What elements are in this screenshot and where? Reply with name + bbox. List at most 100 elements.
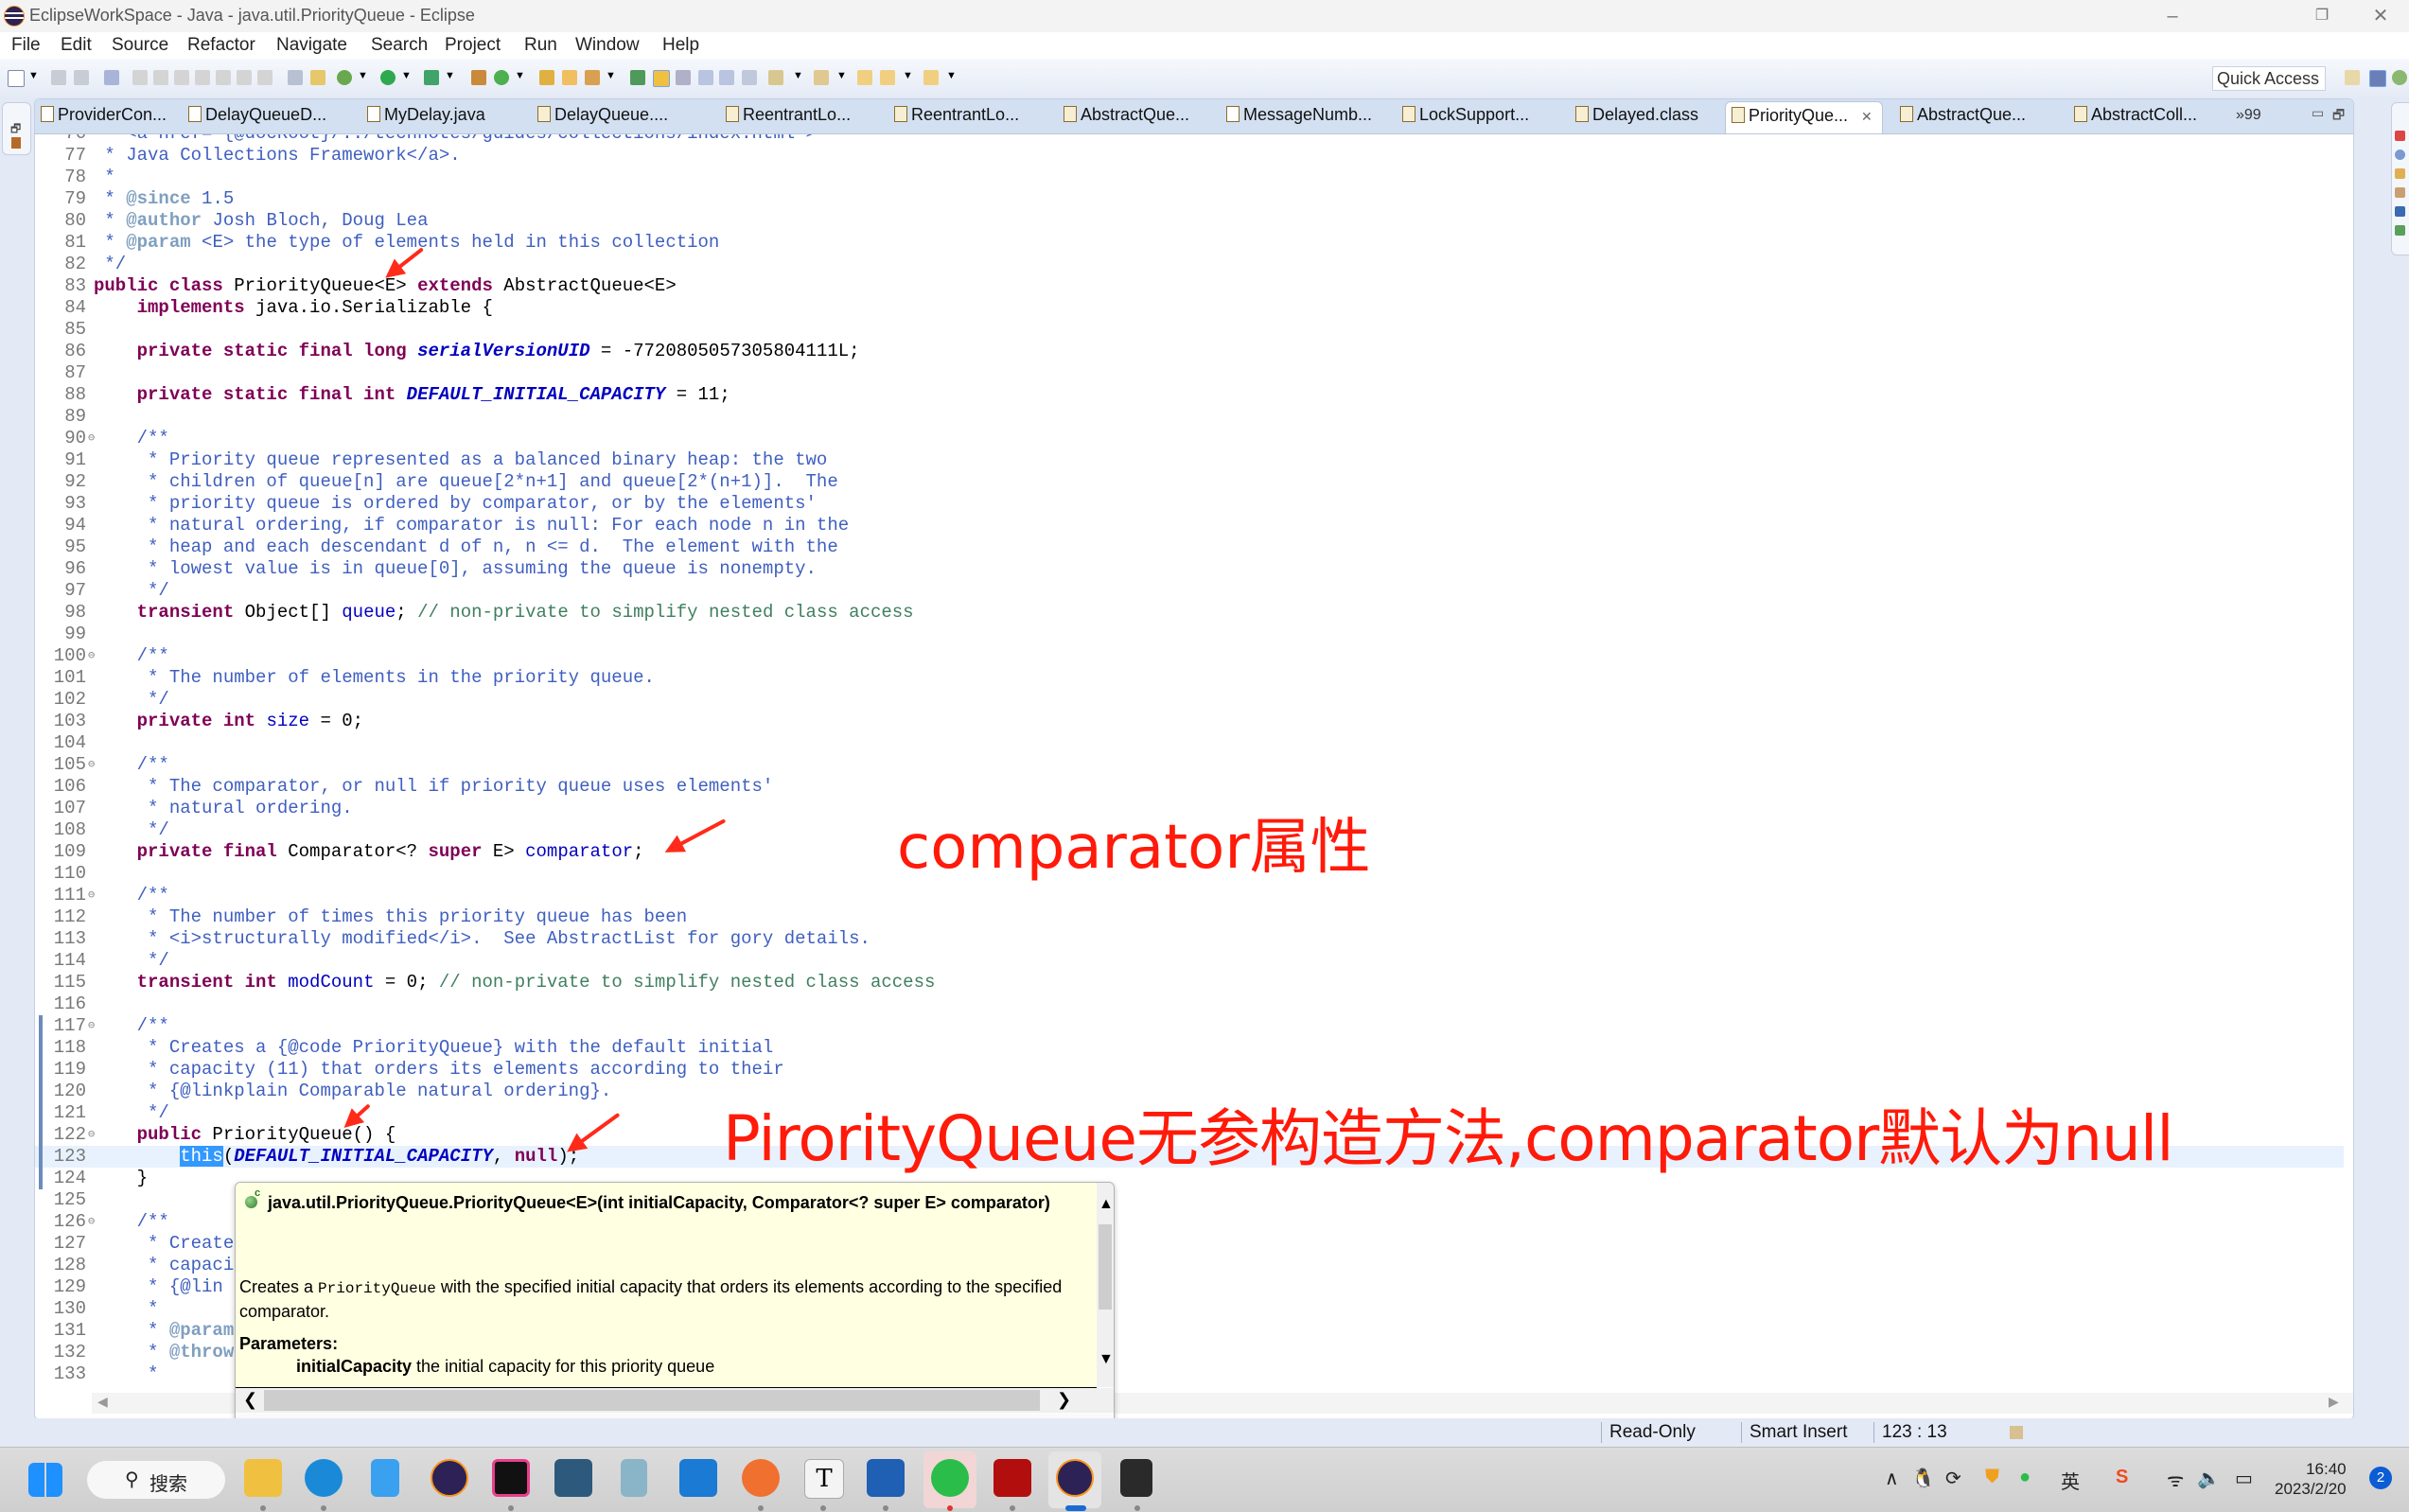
code-line[interactable]: 87 xyxy=(35,362,2344,384)
code-line[interactable]: 79 * @since 1.5 xyxy=(35,188,2344,210)
external-tools-dropdown-icon[interactable]: ▼ xyxy=(445,70,455,81)
vertical-scrollbar[interactable] xyxy=(2353,134,2354,1393)
editor-tab[interactable]: AbstractColl... xyxy=(2074,105,2197,132)
code-line[interactable]: 95 * heap and each descendant d of n, n … xyxy=(35,536,2344,558)
code-line[interactable]: 113 * <i>structurally modified</i>. See … xyxy=(35,928,2344,950)
vscode-icon[interactable] xyxy=(679,1459,717,1497)
next-annotation-icon[interactable] xyxy=(768,70,783,85)
console-view-icon[interactable] xyxy=(2395,206,2405,217)
skip-breakpoints-icon[interactable] xyxy=(104,70,119,85)
step-into-icon[interactable] xyxy=(216,70,231,85)
editor-tab[interactable]: AbstractQue... xyxy=(1064,105,1189,132)
editor-tab[interactable]: MyDelay.java xyxy=(367,105,485,132)
code-line[interactable]: 81 * @param <E> the type of elements hel… xyxy=(35,232,2344,254)
save-icon[interactable] xyxy=(51,70,66,85)
restore-button[interactable]: ❐ xyxy=(2294,2,2350,30)
search-icon[interactable] xyxy=(585,70,600,85)
security-icon[interactable]: ⛊ xyxy=(1985,1467,1999,1488)
new-icon[interactable] xyxy=(8,70,25,87)
open-task-icon[interactable] xyxy=(562,70,577,85)
debug-icon[interactable] xyxy=(337,70,352,85)
forward-dropdown-icon[interactable]: ▼ xyxy=(946,70,957,81)
code-line[interactable]: 92 * children of queue[n] are queue[2*n+… xyxy=(35,471,2344,493)
menu-navigate[interactable]: Navigate xyxy=(276,35,347,56)
build-status-icon[interactable] xyxy=(2010,1426,2023,1439)
java-perspective-icon[interactable] xyxy=(2369,70,2386,87)
battery-icon[interactable]: ▭ xyxy=(2235,1467,2253,1490)
menu-refactor[interactable]: Refactor xyxy=(187,35,255,56)
edge-icon[interactable] xyxy=(305,1459,343,1497)
minimize-editor-icon[interactable]: ▭ xyxy=(2312,105,2324,121)
code-line[interactable]: 96 * lowest value is in queue[0], assumi… xyxy=(35,558,2344,580)
editor-tab[interactable]: LockSupport... xyxy=(1402,105,1529,132)
show-paragraph-icon[interactable] xyxy=(742,70,757,85)
outline-view-icon[interactable] xyxy=(11,137,21,149)
popup-scroll-thumb[interactable] xyxy=(1099,1224,1112,1310)
code-line[interactable]: 101 * The number of elements in the prio… xyxy=(35,667,2344,689)
menu-edit[interactable]: Edit xyxy=(61,35,92,56)
suspend-icon[interactable] xyxy=(153,70,168,85)
code-line[interactable]: 85 xyxy=(35,319,2344,341)
debug-dropdown-icon[interactable]: ▼ xyxy=(358,70,368,81)
next-annotation-dropdown-icon[interactable]: ▼ xyxy=(793,70,803,81)
word-wrap-icon[interactable] xyxy=(698,70,713,85)
mysql-workbench-icon[interactable] xyxy=(554,1459,592,1497)
drop-to-frame-icon[interactable] xyxy=(288,70,303,85)
popup-horizontal-scrollbar[interactable]: ❮ ❯ xyxy=(236,1388,1114,1413)
run-icon[interactable] xyxy=(380,70,396,85)
code-line[interactable]: 80 * @author Josh Bloch, Doug Lea xyxy=(35,210,2344,232)
external-tools-icon[interactable] xyxy=(424,70,439,85)
code-line[interactable]: 89 xyxy=(35,406,2344,428)
sync-icon[interactable]: ⟳ xyxy=(1945,1467,1961,1490)
forward-icon[interactable] xyxy=(923,70,939,85)
javadoc-hover-popup[interactable]: java.util.PriorityQueue.PriorityQueue<E>… xyxy=(235,1182,1115,1439)
wechat-icon[interactable] xyxy=(931,1459,969,1497)
qq-icon[interactable]: 🐧 xyxy=(1911,1467,1935,1490)
save-all-icon[interactable] xyxy=(74,70,89,85)
code-line[interactable]: 117 ⊖ /** xyxy=(35,1015,2344,1037)
wifi-icon[interactable]: ᯤ xyxy=(2167,1467,2184,1492)
code-line[interactable]: 86 private static final long serialVersi… xyxy=(35,341,2344,362)
menu-help[interactable]: Help xyxy=(662,35,699,56)
code-line[interactable]: 84 implements java.io.Serializable { xyxy=(35,297,2344,319)
open-perspective-icon[interactable] xyxy=(2345,70,2360,85)
code-line[interactable]: 115 transient int modCount = 0; // non-p… xyxy=(35,972,2344,993)
resume-icon[interactable] xyxy=(132,70,148,85)
new-java-package-icon[interactable] xyxy=(471,70,486,85)
notification-badge[interactable]: 2 xyxy=(2369,1467,2392,1489)
terminal-icon[interactable] xyxy=(1120,1459,1152,1497)
editor-tab[interactable]: PriorityQue... ✕ xyxy=(1725,101,1883,133)
code-line[interactable]: 90 ⊖ /** xyxy=(35,428,2344,449)
code-line[interactable]: 119 * capacity (11) that orders its elem… xyxy=(35,1059,2344,1081)
editor-tab[interactable]: AbstractQue... xyxy=(1900,105,2026,132)
search-dropdown-icon[interactable]: ▼ xyxy=(606,70,616,81)
eclipse-icon[interactable] xyxy=(1056,1459,1094,1497)
wechat-tray-icon[interactable]: ● xyxy=(2019,1467,2031,1488)
code-line[interactable]: 78 * xyxy=(35,167,2344,188)
new-java-class-icon[interactable] xyxy=(494,70,509,85)
scroll-left-icon[interactable]: ◀ xyxy=(97,1394,108,1410)
editor-tab[interactable]: Delayed.class xyxy=(1575,105,1698,132)
code-line[interactable]: 102 */ xyxy=(35,689,2344,711)
problems-view-icon[interactable] xyxy=(2395,131,2405,141)
previous-annotation-icon[interactable] xyxy=(814,70,829,85)
code-line[interactable]: 104 xyxy=(35,732,2344,754)
code-line[interactable]: 76 * <a href="{@docRoot}/../technotes/gu… xyxy=(35,134,2344,145)
block-selection-icon[interactable] xyxy=(676,70,691,85)
new-class-dropdown-icon[interactable]: ▼ xyxy=(515,70,525,81)
firefox-icon[interactable] xyxy=(742,1459,780,1497)
search-view-icon[interactable] xyxy=(2395,187,2405,198)
progress-view-icon[interactable] xyxy=(2395,225,2405,236)
ime-indicator[interactable]: 英 xyxy=(2061,1467,2080,1494)
scroll-right-icon[interactable]: ▶ xyxy=(2329,1394,2339,1410)
menu-run[interactable]: Run xyxy=(524,35,557,56)
vscode-insiders-icon[interactable] xyxy=(371,1459,399,1497)
code-line[interactable]: 112 * The number of times this priority … xyxy=(35,906,2344,928)
eclipse-icon[interactable] xyxy=(431,1459,468,1497)
code-line[interactable]: 91 * Priority queue represented as a bal… xyxy=(35,449,2344,471)
sogou-icon[interactable]: S xyxy=(2116,1467,2128,1488)
code-line[interactable]: 111 ⊖ /** xyxy=(35,885,2344,906)
code-line[interactable]: 99 xyxy=(35,624,2344,645)
code-line[interactable]: 93 * priority queue is ordered by compar… xyxy=(35,493,2344,515)
previous-annotation-dropdown-icon[interactable]: ▼ xyxy=(836,70,847,81)
